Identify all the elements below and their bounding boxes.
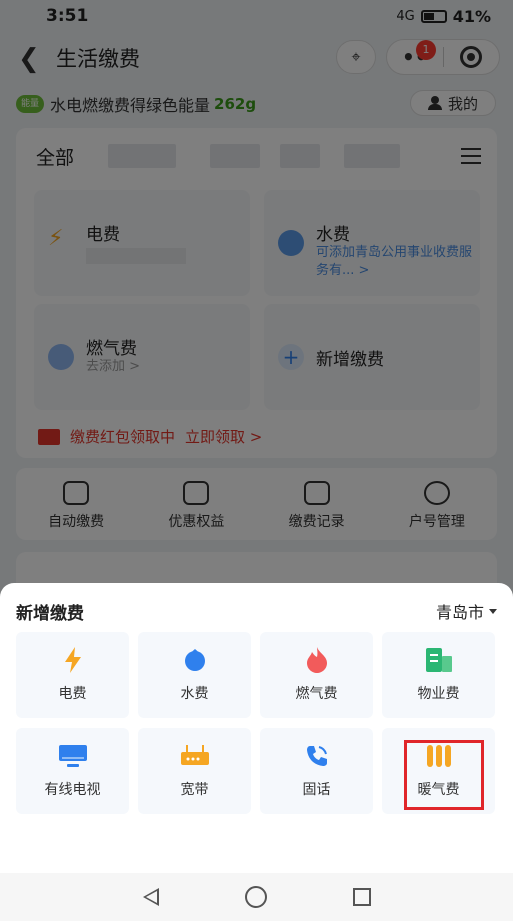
system-nav-bar (0, 873, 513, 921)
service-label: 固话 (302, 782, 331, 798)
router-icon (180, 743, 209, 769)
tv-icon (58, 743, 87, 769)
service-label: 燃气费 (295, 686, 338, 702)
service-label: 电费 (58, 686, 87, 702)
water-drop-icon (181, 647, 209, 673)
highlight-annotation (404, 740, 484, 810)
lightning-icon (59, 647, 87, 673)
service-label: 有线电视 (44, 782, 101, 798)
city-label: 青岛市 (435, 603, 484, 622)
phone-icon (303, 743, 331, 769)
add-payment-sheet: 新增缴费 青岛市 电费 水费 燃气费 物业费 有线电视 宽带 固话 暖气费 (0, 583, 513, 873)
service-label: 水费 (180, 686, 209, 702)
service-landline[interactable]: 固话 (260, 728, 373, 814)
service-cable-tv[interactable]: 有线电视 (16, 728, 129, 814)
nav-back-icon[interactable] (142, 888, 159, 906)
city-select[interactable]: 青岛市 (436, 599, 497, 623)
service-gas[interactable]: 燃气费 (260, 632, 373, 718)
flame-icon (303, 647, 331, 673)
service-property[interactable]: 物业费 (382, 632, 495, 718)
service-electricity[interactable]: 电费 (16, 632, 129, 718)
service-label: 物业费 (417, 686, 460, 702)
nav-home-icon[interactable] (244, 886, 267, 908)
sheet-title: 新增缴费 (16, 604, 84, 624)
building-icon (425, 647, 453, 673)
service-broadband[interactable]: 宽带 (138, 728, 251, 814)
service-water[interactable]: 水费 (138, 632, 251, 718)
service-label: 宽带 (180, 782, 209, 798)
nav-recents-icon[interactable] (352, 888, 371, 906)
caret-down-icon (489, 608, 497, 614)
